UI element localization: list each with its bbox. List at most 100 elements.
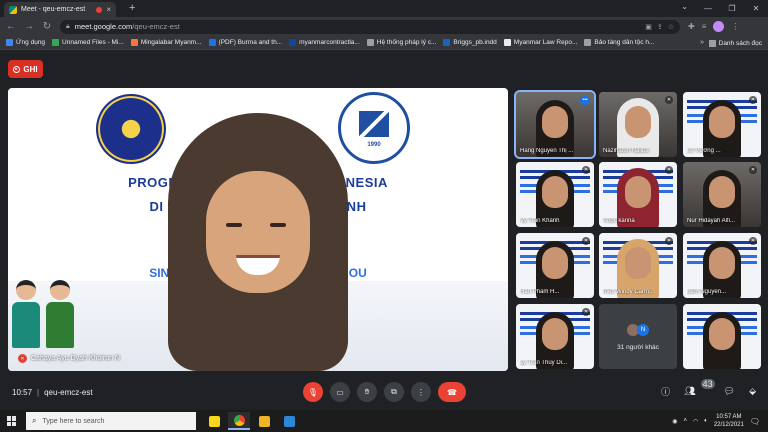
raise-hand-button[interactable]: ✋︎	[357, 382, 377, 402]
bookmark-item[interactable]: (PDF) Burma and th...	[208, 39, 283, 46]
tray-chevron-icon[interactable]: ˄	[683, 418, 687, 424]
call-controls: 🎙︎ ▭ ✋︎ ⧉ ⋮ ☎︎	[303, 382, 466, 402]
present-button[interactable]: ⧉	[384, 382, 404, 402]
bookmark-star-icon[interactable]: ☆	[668, 23, 674, 31]
tab-search-icon[interactable]: ⌄	[681, 2, 688, 11]
toolbar-right: ✚ ≡ ⋮	[688, 21, 739, 32]
activities-icon[interactable]: ⬙	[749, 386, 756, 397]
more-options-button[interactable]: ⋮	[411, 382, 431, 402]
mic-off-icon: ✕	[665, 96, 673, 104]
address-bar[interactable]: 🔒︎ meet.google.com/qeu-emcz-est ▣ ⇪ ☆	[60, 19, 680, 34]
camera-permission-icon[interactable]: ▣	[645, 23, 652, 31]
wifi-icon[interactable]: ◠	[693, 418, 698, 425]
participant-face	[625, 106, 651, 138]
taskbar-chrome[interactable]	[228, 412, 250, 430]
bookmark-label: Hệ thống pháp lý c...	[376, 39, 437, 46]
forward-icon[interactable]: →	[24, 21, 34, 32]
reading-list-label: Danh sách đọc	[718, 39, 762, 47]
taskbar-file-explorer[interactable]	[253, 412, 275, 430]
tray-app-icon[interactable]: ◉	[672, 418, 677, 425]
participant-avatar: N	[637, 324, 649, 336]
reading-list-icon[interactable]: ≡	[702, 22, 707, 31]
chat-icon[interactable]: 💬︎	[724, 386, 735, 397]
bookmark-item[interactable]: Hệ thống pháp lý c...	[366, 39, 437, 46]
participant-tile[interactable]	[683, 304, 761, 369]
main-speaker-video[interactable]: 1990 PROGRAM MAGA BAHASA INDONESIA DI UN…	[8, 88, 508, 371]
bookmarks-bar: Ứng dụng Unnamed Files - Mi... Mingalabar …	[0, 36, 768, 50]
bookmark-item[interactable]: Ứng dụng	[6, 39, 45, 46]
bookmarks-overflow-icon[interactable]: »	[700, 36, 704, 50]
people-icon[interactable]: 👥︎43	[684, 379, 715, 397]
mic-off-icon: 🎙︎	[307, 387, 319, 397]
participant-tile[interactable]: Nur Hidayah Alfi... ✕	[683, 162, 761, 227]
mic-off-icon: ✕	[665, 237, 673, 245]
participant-name: Hằng Nguyễn Thị ...	[520, 148, 574, 154]
taskbar-search[interactable]: ⌕ Type here to search	[26, 412, 196, 430]
kebab-icon: ⋮	[417, 387, 425, 397]
volume-icon[interactable]: 🔈︎	[704, 418, 708, 425]
participant-tile[interactable]: Nazihatun Najiba ✕	[599, 92, 677, 157]
back-icon[interactable]: ←	[6, 21, 16, 32]
share-icon[interactable]: ⇪	[657, 23, 663, 31]
url-text: meet.google.com/qeu-emcz-est	[75, 22, 640, 31]
leave-call-button[interactable]: ☎︎	[438, 382, 466, 402]
reading-list-icon	[708, 39, 716, 47]
bookmark-item[interactable]: Bảo tàng dân tộc h...	[584, 39, 654, 46]
participant-tile[interactable]: Han Pham H... ✕	[516, 233, 594, 298]
mic-off-icon: ✕	[749, 237, 757, 245]
more-participants-tile[interactable]: N 31 người khác	[599, 304, 677, 369]
taskbar-clock[interactable]: 10:57 AM 22/12/2021	[714, 413, 744, 429]
hand-icon: ✋︎	[364, 387, 370, 396]
window-close-icon[interactable]: ✕	[744, 0, 768, 17]
mic-toggle-button[interactable]: 🎙︎	[303, 382, 323, 402]
search-icon: ⌕	[32, 416, 37, 425]
browser-tab-bar: Meet - qeu-emcz-est × + ⌄ — ❐ ✕	[0, 0, 768, 17]
meet-favicon-icon	[9, 5, 17, 14]
participant-tile[interactable]: Inez Windy Carm... ✕	[599, 233, 677, 298]
bookmark-item[interactable]: Unnamed Files - Mi...	[52, 39, 124, 46]
reload-icon[interactable]: ↻	[42, 21, 52, 32]
bookmark-label: (PDF) Burma and th...	[218, 39, 283, 46]
lock-icon: 🔒︎	[66, 22, 70, 30]
new-tab-button[interactable]: +	[129, 2, 135, 14]
meeting-details-icon[interactable]: ⓘ	[661, 385, 670, 398]
maximize-icon[interactable]: ❐	[720, 0, 744, 17]
bookmark-item[interactable]: Myanmar Law Repo...	[503, 39, 577, 46]
camera-icon: ▭	[336, 387, 344, 397]
participant-tile[interactable]: Aripti karina ✕	[599, 162, 677, 227]
bookmark-favicon-icon	[52, 39, 60, 46]
tab-close-icon[interactable]: ×	[106, 5, 111, 14]
windows-taskbar: ⌕ Type here to search ◉ ˄ ◠ 🔈︎ 10:57 AM …	[0, 410, 768, 432]
browser-tab-meet[interactable]: Meet - qeu-emcz-est ×	[4, 2, 116, 17]
speaker-person	[158, 113, 358, 371]
profile-avatar[interactable]	[713, 21, 725, 32]
windows-start-icon[interactable]	[7, 416, 17, 426]
bookmark-favicon-icon	[208, 39, 216, 46]
record-icon	[13, 65, 21, 73]
reading-list-button[interactable]: Danh sách đọc	[708, 36, 762, 50]
participant-tile[interactable]: Hằng Nguyễn Thị ... •••	[514, 90, 596, 159]
participants-count-badge: 43	[700, 379, 715, 389]
bookmark-item[interactable]: Mingalabar Myanm...	[130, 39, 202, 46]
bookmark-favicon-icon	[130, 39, 138, 46]
browser-toolbar: ← → ↻ 🔒︎ meet.google.com/qeu-emcz-est ▣ …	[0, 17, 768, 36]
bookmark-item[interactable]: Briggs_pb.indd	[443, 39, 497, 46]
participant-tile[interactable]: Ly Tran Thuy Di... ✕	[516, 304, 594, 369]
present-icon: ⧉	[391, 387, 397, 396]
speaker-name: Cahaya Ayu Dyah Khoirun N	[31, 355, 120, 362]
notification-icon[interactable]: 🗨︎	[750, 417, 760, 426]
participant-tile[interactable]: Lâm Nguyễn... ✕	[683, 233, 761, 298]
hang-up-icon: ☎︎	[447, 387, 457, 397]
bookmark-label: Unnamed Files - Mi...	[62, 39, 124, 46]
menu-kebab-icon[interactable]: ⋮	[731, 22, 739, 31]
taskbar-photos[interactable]	[278, 412, 300, 430]
extensions-icon[interactable]: ✚	[688, 22, 695, 31]
taskbar-apps	[203, 412, 300, 430]
camera-toggle-button[interactable]: ▭	[330, 382, 350, 402]
minimize-icon[interactable]: —	[696, 0, 720, 17]
umm-logo	[96, 94, 166, 164]
participant-tile[interactable]: Lê Vương ... ✕	[683, 92, 761, 157]
bookmark-item[interactable]: myanmarcontractla...	[289, 39, 360, 46]
participant-tile[interactable]: Vy Trần Khánh ✕	[516, 162, 594, 227]
taskbar-sticky-notes[interactable]	[203, 412, 225, 430]
